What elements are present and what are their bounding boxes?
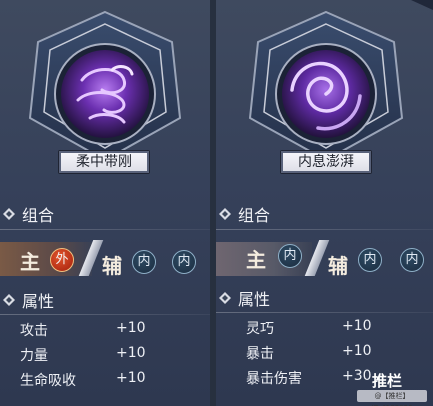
attr-label: 灵巧	[246, 321, 274, 337]
divider	[0, 314, 210, 315]
attr-value: +10	[116, 345, 146, 361]
main-label: 主	[20, 250, 40, 274]
attr-value: +30	[342, 368, 372, 384]
attr-value: +10	[116, 370, 146, 386]
main-label: 主	[246, 248, 266, 272]
combo-row: 主 外 辅 内 内	[0, 238, 210, 278]
attributes-heading: 属性	[0, 288, 54, 312]
main-badge: 内	[278, 244, 302, 268]
attributes-title: 属性	[238, 290, 271, 309]
attr-label: 力量	[20, 348, 48, 364]
main-badge: 外	[50, 248, 74, 272]
diamond-bullet-icon	[219, 292, 231, 304]
main-slot-bg	[0, 242, 92, 276]
aux-badge-2: 内	[172, 250, 196, 274]
attributes-heading: 属性	[216, 286, 270, 310]
combo-row: 主 内 辅 内 内	[216, 238, 426, 278]
attributes-title: 属性	[22, 292, 55, 311]
aux-badge-1: 内	[358, 248, 382, 272]
overlay-tag: 推栏	[372, 372, 403, 390]
attr-label: 暴击伤害	[246, 371, 302, 387]
combo-heading: 组合	[0, 202, 54, 226]
aux-badge-2: 内	[400, 248, 424, 272]
combo-title: 组合	[238, 206, 271, 225]
divider	[216, 229, 433, 230]
attr-value: +10	[342, 318, 372, 334]
aux-label: 辅	[102, 254, 122, 278]
attr-label: 暴击	[246, 346, 274, 362]
diamond-bullet-icon	[3, 208, 15, 220]
combo-heading: 组合	[216, 202, 270, 226]
diamond-bullet-icon	[219, 208, 231, 220]
divider	[0, 229, 210, 230]
card-left: 柔中带刚 组合 主 外 辅 内 内 属性 攻击 +10 力量 +10 生命吸收 …	[0, 0, 210, 406]
combo-title: 组合	[22, 206, 55, 225]
watermark: @【推栏】 ID:4100026	[357, 390, 427, 406]
attr-value: +10	[342, 343, 372, 359]
skill-name: 内息澎湃	[280, 150, 372, 174]
skill-name: 柔中带刚	[58, 150, 150, 174]
attr-label: 生命吸收	[20, 373, 76, 389]
aux-label: 辅	[328, 254, 348, 278]
attr-value: +10	[116, 320, 146, 336]
attr-label: 攻击	[20, 323, 48, 339]
aux-badge-1: 内	[132, 250, 156, 274]
diamond-bullet-icon	[3, 294, 15, 306]
card-right: 内息澎湃 组合 主 内 辅 内 内 属性 灵巧 +10 暴击 +10 暴击伤害 …	[216, 0, 433, 406]
divider	[216, 312, 433, 313]
